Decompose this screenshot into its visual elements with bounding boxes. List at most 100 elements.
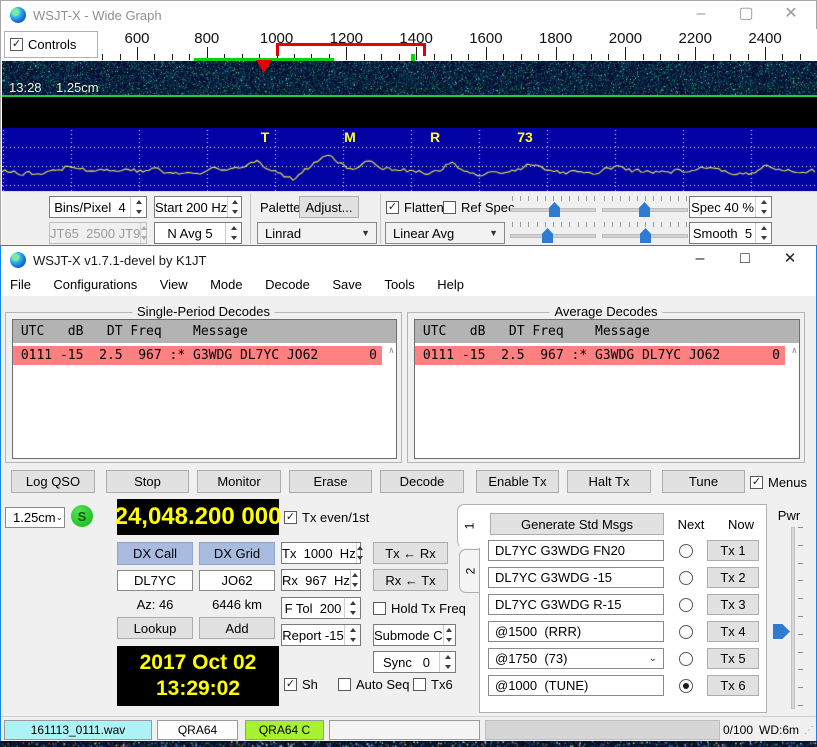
tx-even-checkbox[interactable]: ✓ Tx even/1st	[284, 510, 369, 525]
erase-button[interactable]: Erase	[289, 470, 372, 493]
menu-view[interactable]: View	[151, 274, 197, 295]
sync-spinbox[interactable]: Sync 0	[373, 651, 456, 673]
spin-arrows-icon[interactable]	[356, 543, 363, 563]
dx-grid-field[interactable]: JO62	[199, 570, 275, 591]
lookup-button[interactable]: Lookup	[117, 617, 193, 639]
spectrum-display[interactable]: TMR73	[2, 128, 817, 191]
start-hz-spinbox[interactable]: Start 200 Hz	[154, 196, 242, 218]
tx4-next-radio[interactable]	[679, 625, 693, 639]
slider-handle[interactable]	[542, 228, 553, 243]
spin-arrows-icon[interactable]	[755, 223, 771, 243]
tx5-message-combo[interactable]: @1750 (73) ⌄	[488, 648, 664, 669]
ref-spec-checkbox[interactable]: Ref Spec	[443, 200, 514, 215]
slider-handle[interactable]	[640, 228, 651, 243]
single-period-decodes-list[interactable]: UTC dB DT Freq Message 0111 -15 2.5 967 …	[12, 319, 397, 459]
gain-slider-2[interactable]	[602, 195, 688, 217]
tx1-message-field[interactable]: DL7YC G3WDG FN20	[488, 540, 664, 561]
menu-file[interactable]: File	[1, 274, 40, 295]
minimize-icon[interactable]: –	[684, 1, 718, 29]
palette-adjust-button[interactable]: Adjust...	[299, 196, 359, 218]
menu-mode[interactable]: Mode	[201, 274, 252, 295]
spin-arrows-icon[interactable]	[130, 197, 146, 217]
pwr-slider[interactable]	[789, 527, 803, 709]
rx-freq-spinbox[interactable]: Rx 967 Hz	[281, 569, 361, 591]
scroll-up-icon[interactable]: ∧	[792, 346, 797, 356]
tx2-next-radio[interactable]	[679, 571, 693, 585]
tx6-next-radio[interactable]	[679, 679, 693, 693]
add-button[interactable]: Add	[199, 617, 275, 639]
dx-call-field[interactable]: DL7YC	[117, 570, 193, 591]
tx1-now-button[interactable]: Tx 1	[707, 540, 759, 561]
enable-tx-button[interactable]: Enable Tx	[476, 470, 559, 493]
maximize-icon[interactable]: □	[728, 246, 762, 274]
spin-arrows-icon[interactable]	[344, 625, 360, 645]
bins-per-pixel-spinbox[interactable]: Bins/Pixel 4	[49, 196, 147, 218]
halt-tx-button[interactable]: Halt Tx	[567, 470, 651, 493]
decode-row[interactable]: 0111 -15 2.5 967 :* G3WDG DL7YC JO62 0	[415, 346, 785, 365]
palette-combo[interactable]: Linrad ▼	[257, 222, 377, 244]
wide-graph-titlebar[interactable]: WSJT-X - Wide Graph – ▢ ✕	[1, 1, 816, 29]
avg-mode-combo[interactable]: Linear Avg ▼	[385, 222, 505, 244]
zero-slider-2[interactable]	[602, 221, 688, 243]
tx5-now-button[interactable]: Tx 5	[707, 648, 759, 669]
tx-freq-spinbox[interactable]: Tx 1000 Hz	[281, 542, 361, 564]
tx6-checkbox[interactable]: Tx6	[413, 677, 453, 692]
tx4-message-field[interactable]: @1500 (RRR)	[488, 621, 664, 642]
resize-grip-icon[interactable]: ⋰	[804, 725, 814, 736]
spin-arrows-icon[interactable]	[439, 652, 455, 672]
stop-button[interactable]: Stop	[106, 470, 189, 493]
hold-tx-freq-checkbox[interactable]: Hold Tx Freq	[373, 601, 466, 616]
rx-from-tx-button[interactable]: Rx ← Tx	[373, 569, 448, 591]
tab-1[interactable]: 1	[457, 504, 480, 548]
menu-tools[interactable]: Tools	[375, 274, 423, 295]
spin-arrows-icon[interactable]	[443, 625, 455, 645]
menu-save[interactable]: Save	[323, 274, 371, 295]
average-decodes-list[interactable]: UTC dB DT Freq Message 0111 -15 2.5 967 …	[414, 319, 800, 459]
menu-decode[interactable]: Decode	[256, 274, 319, 295]
tune-button[interactable]: Tune	[662, 470, 745, 493]
close-icon[interactable]: ✕	[773, 246, 807, 274]
menu-help[interactable]: Help	[428, 274, 473, 295]
tx6-now-button[interactable]: Tx 6	[707, 675, 759, 696]
scroll-up-icon[interactable]: ∧	[389, 346, 394, 356]
sh-checkbox[interactable]: ✓ Sh	[284, 677, 318, 692]
spec-percent-spinbox[interactable]: Spec 40 %	[689, 196, 772, 218]
tx2-now-button[interactable]: Tx 2	[707, 567, 759, 588]
spin-arrows-icon[interactable]	[227, 197, 241, 217]
generate-std-msgs-button[interactable]: Generate Std Msgs	[490, 513, 664, 535]
pwr-slider-handle[interactable]	[773, 624, 790, 639]
tx3-next-radio[interactable]	[679, 598, 693, 612]
spin-arrows-icon[interactable]	[225, 223, 241, 243]
tx2-message-field[interactable]: DL7YC G3WDG -15	[488, 567, 664, 588]
tx4-now-button[interactable]: Tx 4	[707, 621, 759, 642]
menu-configurations[interactable]: Configurations	[44, 274, 146, 295]
menus-checkbox[interactable]: ✓ Menus	[750, 475, 807, 490]
dx-call-button[interactable]: DX Call	[117, 542, 193, 565]
zero-slider-1[interactable]	[510, 221, 596, 243]
tx3-message-field[interactable]: DL7YC G3WDG R-15	[488, 594, 664, 615]
monitor-button[interactable]: Monitor	[197, 470, 281, 493]
tx3-now-button[interactable]: Tx 3	[707, 594, 759, 615]
main-titlebar[interactable]: WSJT-X v1.7.1-devel by K1JT – □ ✕	[1, 246, 816, 274]
tx5-next-radio[interactable]	[679, 652, 693, 666]
slider-handle[interactable]	[549, 202, 560, 217]
waterfall[interactable]	[2, 61, 817, 97]
smooth-spinbox[interactable]: Smooth 5	[689, 222, 772, 244]
decode-button[interactable]: Decode	[380, 470, 464, 493]
spin-arrows-icon[interactable]	[344, 598, 360, 618]
minimize-icon[interactable]: –	[683, 246, 717, 274]
f-tol-spinbox[interactable]: F Tol 200	[281, 597, 361, 619]
decode-row[interactable]: 0111 -15 2.5 967 :* G3WDG DL7YC JO62 0	[13, 346, 382, 365]
tx1-next-radio[interactable]	[679, 544, 693, 558]
close-icon[interactable]: ✕	[774, 1, 808, 29]
tab-2[interactable]: 2	[459, 549, 480, 593]
dx-grid-button[interactable]: DX Grid	[199, 542, 275, 565]
slider-handle[interactable]	[639, 202, 650, 217]
flatten-checkbox[interactable]: ✓ Flatten	[386, 200, 444, 215]
report-spinbox[interactable]: Report -15	[281, 624, 361, 646]
spin-arrows-icon[interactable]	[755, 197, 771, 217]
status-s-button[interactable]: S	[71, 505, 93, 527]
jt65-jt9-split-spinbox[interactable]: JT65 2500 JT9	[49, 222, 147, 244]
spin-arrows-icon[interactable]	[350, 570, 360, 590]
log-qso-button[interactable]: Log QSO	[11, 470, 95, 493]
